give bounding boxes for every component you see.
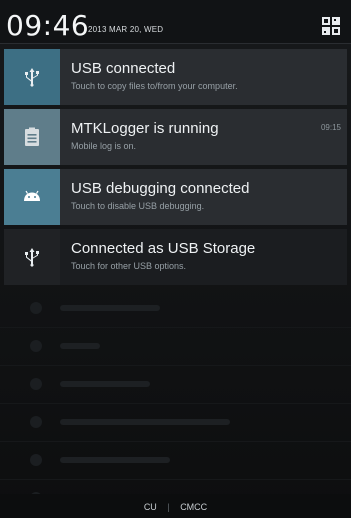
ghost-row <box>0 366 351 404</box>
carrier-bar: CU | CMCC <box>0 494 351 518</box>
carrier-separator: | <box>167 501 170 512</box>
notification-icon-box <box>4 109 60 165</box>
notification-icon-box <box>4 229 60 285</box>
notification-list: USB connected Touch to copy files to/fro… <box>4 49 347 289</box>
notification-time: 09:15 <box>320 123 341 132</box>
quick-settings-button[interactable] <box>321 16 341 36</box>
carrier-label-cmcc: CMCC <box>180 501 208 512</box>
notification-mtklogger[interactable]: MTKLogger is running Mobile log is on. 0… <box>4 109 347 165</box>
notification-subtitle: Touch to disable USB debugging. <box>71 201 205 211</box>
notification-title: Connected as USB Storage <box>71 240 256 257</box>
usb-icon <box>25 68 39 87</box>
quick-settings-icon <box>322 17 340 35</box>
notification-usb-connected[interactable]: USB connected Touch to copy files to/fro… <box>4 49 347 105</box>
notification-usb-storage[interactable]: Connected as USB Storage Touch for other… <box>4 229 347 285</box>
log-icon <box>25 127 39 146</box>
clock: 09:46 <box>6 9 90 42</box>
status-header: 09:46 2013 MAR 20, WED <box>0 0 351 44</box>
notification-usb-debugging[interactable]: USB debugging connected Touch to disable… <box>4 169 347 225</box>
notification-title: USB connected <box>71 60 176 77</box>
android-icon <box>24 190 40 201</box>
usb-icon <box>25 248 39 267</box>
notification-subtitle: Mobile log is on. <box>71 141 137 151</box>
notification-subtitle: Touch to copy files to/from your compute… <box>71 81 238 91</box>
notification-title: MTKLogger is running <box>71 120 219 137</box>
notification-icon-box <box>4 169 60 225</box>
ghost-row <box>0 442 351 480</box>
notification-title: USB debugging connected <box>71 180 250 197</box>
background-settings-blur <box>0 290 351 518</box>
notification-icon-box <box>4 49 60 105</box>
ghost-row <box>0 328 351 366</box>
carrier-label-cu: CU <box>143 501 157 512</box>
date-label: 2013 MAR 20, WED <box>88 25 164 34</box>
ghost-row <box>0 290 351 328</box>
notification-subtitle: Touch for other USB options. <box>71 261 187 271</box>
ghost-row <box>0 404 351 442</box>
